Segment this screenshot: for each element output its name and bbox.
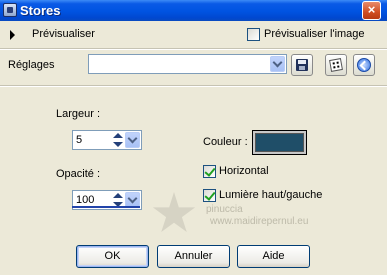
floppy-disk-icon xyxy=(296,59,308,71)
star-logo-icon xyxy=(152,192,196,233)
watermark-url: www.maidirepernul.eu xyxy=(210,216,309,227)
close-button[interactable]: × xyxy=(362,1,381,20)
color-fill xyxy=(255,133,304,152)
spin-arrows-icon[interactable] xyxy=(113,132,124,148)
preview-toggle-label[interactable]: Prévisualiser xyxy=(32,28,95,40)
color-swatch[interactable] xyxy=(252,130,307,155)
preview-image-label[interactable]: Prévisualiser l'image xyxy=(264,28,365,40)
width-spinbox[interactable]: 5 xyxy=(72,130,142,150)
cancel-button[interactable]: Annuler xyxy=(157,245,230,268)
horizontal-checkbox[interactable] xyxy=(203,165,216,178)
light-top-left-checkbox[interactable] xyxy=(203,189,216,202)
spin-down-icon[interactable] xyxy=(113,142,123,147)
spin-up-icon[interactable] xyxy=(113,193,123,198)
opacity-label: Opacité : xyxy=(56,168,101,180)
chevron-down-icon[interactable] xyxy=(270,56,285,72)
preview-image-checkbox[interactable] xyxy=(247,28,260,41)
focus-underline xyxy=(72,206,140,208)
save-preset-button[interactable] xyxy=(291,54,313,76)
preset-select[interactable] xyxy=(88,54,287,74)
ok-button[interactable]: OK xyxy=(76,245,149,268)
divider xyxy=(0,85,387,87)
chevron-down-icon[interactable] xyxy=(125,132,140,148)
opacity-value: 100 xyxy=(76,194,95,206)
light-top-left-label[interactable]: Lumière haut/gauche xyxy=(219,189,322,201)
dice-icon xyxy=(329,58,343,72)
width-value: 5 xyxy=(76,134,83,146)
settings-label: Réglages xyxy=(8,59,55,71)
help-button[interactable]: Aide xyxy=(237,245,310,268)
color-label: Couleur : xyxy=(203,136,248,148)
randomize-button[interactable] xyxy=(325,54,347,76)
triangle-right-icon[interactable] xyxy=(10,30,15,40)
window-title: Stores xyxy=(20,3,61,18)
watermark-author: pinuccia xyxy=(206,204,243,215)
horizontal-label[interactable]: Horizontal xyxy=(219,165,269,177)
reset-button[interactable] xyxy=(353,54,375,76)
spin-up-icon[interactable] xyxy=(113,133,123,138)
stores-app-icon xyxy=(3,3,17,17)
title-bar: Stores × xyxy=(0,0,387,21)
width-label: Largeur : xyxy=(56,108,101,120)
reset-icon xyxy=(357,58,371,72)
stores-dialog: Stores × Prévisualiser Prévisualiser l'i… xyxy=(0,0,387,275)
divider xyxy=(0,48,387,50)
